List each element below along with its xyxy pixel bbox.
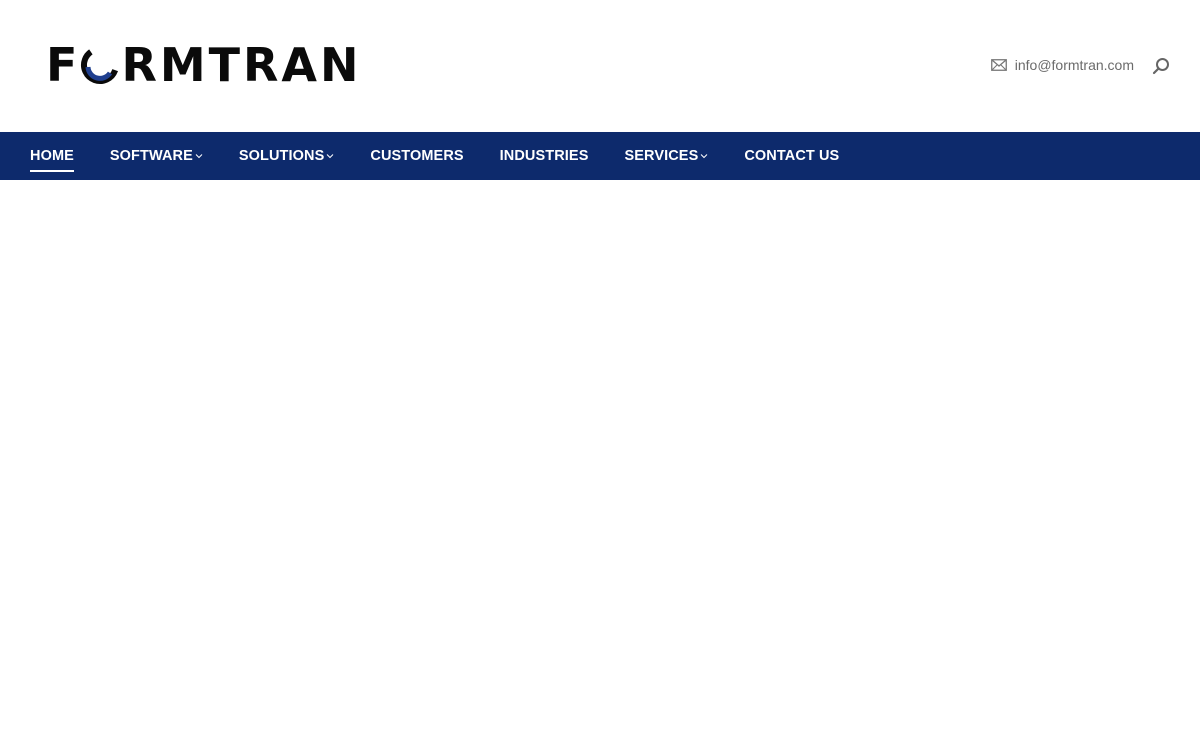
nav-item-label: CONTACT US bbox=[744, 148, 840, 164]
logo-letter-f: F bbox=[46, 38, 81, 92]
chevron-down-icon bbox=[327, 154, 334, 159]
chevron-down-icon bbox=[195, 154, 203, 159]
nav-item-home[interactable]: HOME bbox=[30, 132, 74, 180]
header-contact[interactable]: info@formtran.com bbox=[990, 57, 1134, 73]
nav-item-contact-us[interactable]: CONTACT US bbox=[744, 132, 839, 180]
nav-item-label: SERVICES bbox=[624, 148, 699, 164]
nav-item-customers[interactable]: CUSTOMERS bbox=[370, 132, 463, 180]
logo-letters-rmtran: RMTRAN bbox=[121, 38, 362, 92]
search-icon[interactable] bbox=[1152, 57, 1170, 75]
page-content bbox=[0, 180, 1200, 740]
contact-email[interactable]: info@formtran.com bbox=[1015, 57, 1134, 73]
logo-o-mark-icon bbox=[81, 46, 120, 84]
nav-item-software[interactable]: SOFTWARE bbox=[110, 132, 203, 180]
chevron-down-icon bbox=[701, 154, 708, 159]
nav-item-industries[interactable]: INDUSTRIES bbox=[500, 132, 589, 180]
site-header: F RMTRAN info@formtran.com bbox=[0, 0, 1200, 132]
nav-item-label: HOME bbox=[30, 148, 74, 164]
formtran-logo[interactable]: F RMTRAN bbox=[46, 38, 362, 92]
mail-icon bbox=[990, 59, 1007, 71]
nav-item-solutions[interactable]: SOLUTIONS bbox=[239, 132, 335, 180]
nav-item-label: CUSTOMERS bbox=[370, 148, 464, 164]
main-navigation: HOME SOFTWARE SOLUTIONS CUSTOMERS INDUST… bbox=[0, 132, 1200, 180]
nav-item-label: SOLUTIONS bbox=[238, 148, 325, 164]
nav-item-label: SOFTWARE bbox=[109, 148, 193, 164]
nav-item-label: INDUSTRIES bbox=[499, 148, 589, 164]
nav-item-services[interactable]: SERVICES bbox=[624, 132, 708, 180]
nav-list: HOME SOFTWARE SOLUTIONS CUSTOMERS INDUST… bbox=[0, 132, 1200, 180]
